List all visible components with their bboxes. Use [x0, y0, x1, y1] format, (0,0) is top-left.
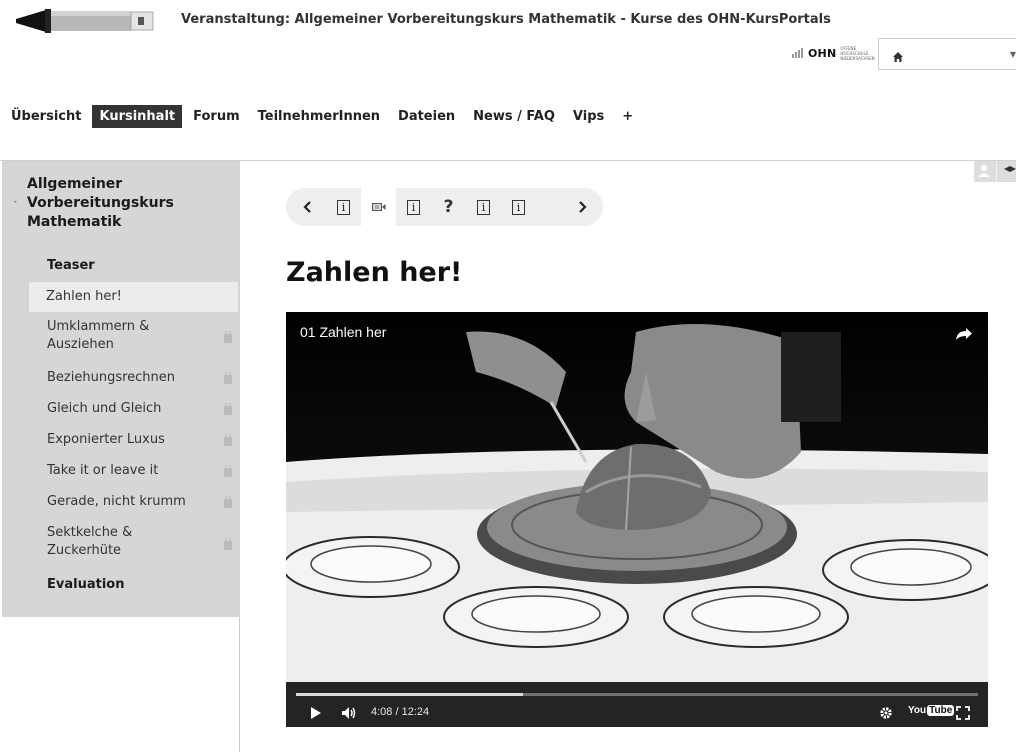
lesson-stepper: i i ? i i	[286, 188, 603, 226]
settings-button[interactable]	[879, 705, 893, 721]
sidebar-item-gerade-nicht-krumm[interactable]: Gerade, nicht krumm	[30, 493, 236, 511]
nav-uebersicht[interactable]: Übersicht	[0, 105, 88, 128]
volume-icon	[342, 707, 356, 719]
info-icon: i	[512, 199, 525, 215]
ohn-logo-subtext: OFFENE HOCHSCHULE NIEDERSACHSEN	[840, 45, 875, 61]
share-icon[interactable]	[956, 326, 972, 345]
page-title: Veranstaltung: Allgemeiner Vorbereitungs…	[181, 12, 831, 27]
home-navigation-box[interactable]: ▾	[878, 38, 1016, 70]
volume-button[interactable]	[342, 705, 358, 721]
stepper-step-info[interactable]: i	[501, 188, 536, 226]
course-sidebar: ˇ Allgemeiner Vorbereitungskurs Mathemat…	[2, 161, 240, 752]
ohn-logo-text: OHN	[808, 46, 837, 60]
nav-vips[interactable]: Vips	[566, 105, 611, 128]
sidebar-item-label: Zahlen her!	[46, 289, 122, 304]
sidebar-item-label: Gerade, nicht krumm	[47, 494, 186, 509]
course-nav: Übersicht Kursinhalt Forum TeilnehmerInn…	[0, 104, 644, 128]
nav-kursinhalt[interactable]: Kursinhalt	[92, 104, 183, 128]
sidebar-item-gleich-und-gleich[interactable]: Gleich und Gleich	[30, 400, 236, 418]
user-icon[interactable]	[974, 161, 1016, 182]
nav-dateien[interactable]: Dateien	[391, 105, 462, 128]
sidebar-item-umklammern[interactable]: Umklammern & Ausziehen	[30, 318, 236, 354]
lock-icon	[224, 331, 232, 343]
gear-icon	[880, 707, 892, 719]
sidebar-item-label: Beziehungsrechnen	[47, 370, 176, 385]
sidebar-item-label: Evaluation	[47, 577, 125, 592]
collapse-caret-icon[interactable]: ˇ	[13, 201, 18, 211]
video-progress-bar[interactable]	[296, 693, 978, 696]
video-title: 01 Zahlen her	[300, 324, 387, 340]
lesson-heading: Zahlen her!	[286, 257, 463, 288]
question-icon: ?	[443, 197, 454, 217]
stepper-step-info[interactable]: i	[396, 188, 431, 226]
info-icon: i	[337, 199, 350, 215]
youtube-logo-tube: Tube	[927, 705, 955, 716]
sidebar-item-sektkelche[interactable]: Sektkelche & Zuckerhüte	[30, 524, 236, 560]
lock-icon	[224, 372, 232, 384]
lock-icon	[224, 538, 232, 550]
lock-icon	[224, 465, 232, 477]
sidebar-item-label: Umklammern & Ausziehen	[47, 319, 150, 352]
info-icon: i	[407, 199, 420, 215]
dropdown-arrow-icon[interactable]: ▾	[1010, 47, 1016, 61]
sidebar-item-label: Teaser	[47, 258, 95, 273]
play-icon	[311, 707, 321, 719]
lock-icon	[224, 434, 232, 446]
home-icon[interactable]	[892, 48, 904, 67]
sidebar-item-take-it-or-leave-it[interactable]: Take it or leave it	[30, 462, 236, 480]
stepper-next-button[interactable]	[564, 188, 599, 226]
lock-icon	[224, 403, 232, 415]
fullscreen-icon	[956, 706, 970, 720]
info-icon: i	[477, 199, 490, 215]
video-icon	[371, 203, 385, 212]
sidebar-item-label: Exponierter Luxus	[47, 432, 165, 447]
highlighter-logo[interactable]	[16, 6, 156, 36]
nav-teilnehmerinnen[interactable]: TeilnehmerInnen	[251, 105, 387, 128]
lock-icon	[224, 496, 232, 508]
course-title[interactable]: Allgemeiner Vorbereitungskurs Mathematik	[27, 175, 227, 232]
video-progress-fill	[296, 693, 524, 696]
sidebar-item-zahlen-her[interactable]: Zahlen her!	[29, 282, 238, 312]
nav-add-button[interactable]: +	[615, 105, 640, 128]
ohn-mark-icon	[792, 48, 804, 58]
video-frame	[286, 312, 988, 727]
ohn-logo[interactable]: OHN OFFENE HOCHSCHULE NIEDERSACHSEN	[792, 44, 875, 62]
nav-news-faq[interactable]: News / FAQ	[466, 105, 562, 128]
user-tab[interactable]	[974, 161, 1016, 182]
stepper-step-info[interactable]: i	[466, 188, 501, 226]
stepper-step-quiz[interactable]: ?	[431, 188, 466, 226]
sidebar-item-evaluation[interactable]: Evaluation	[30, 576, 236, 594]
sidebar-item-beziehungsrechnen[interactable]: Beziehungsrechnen	[30, 369, 236, 387]
video-time: 4:08 / 12:24	[371, 706, 430, 718]
chevron-right-icon	[578, 201, 587, 213]
sidebar-item-label: Gleich und Gleich	[47, 401, 162, 416]
sidebar-item-exponierter-luxus[interactable]: Exponierter Luxus	[30, 431, 236, 449]
youtube-logo-you: You	[908, 705, 927, 716]
sidebar-item-label: Take it or leave it	[47, 463, 159, 478]
stepper-step-video-current[interactable]	[361, 188, 396, 226]
play-button[interactable]	[310, 705, 322, 721]
stepper-step-info[interactable]: i	[326, 188, 361, 226]
youtube-logo[interactable]: You Tube	[908, 705, 955, 716]
sidebar-item-teaser[interactable]: Teaser	[30, 257, 236, 275]
video-player[interactable]: 01 Zahlen her 4:08 / 12:24 You Tube	[286, 312, 988, 727]
nav-forum[interactable]: Forum	[186, 105, 247, 128]
stepper-prev-button[interactable]	[290, 188, 325, 226]
fullscreen-button[interactable]	[956, 705, 970, 721]
sidebar-item-label: Sektkelche & Zuckerhüte	[47, 525, 133, 558]
chevron-left-icon	[302, 201, 311, 213]
